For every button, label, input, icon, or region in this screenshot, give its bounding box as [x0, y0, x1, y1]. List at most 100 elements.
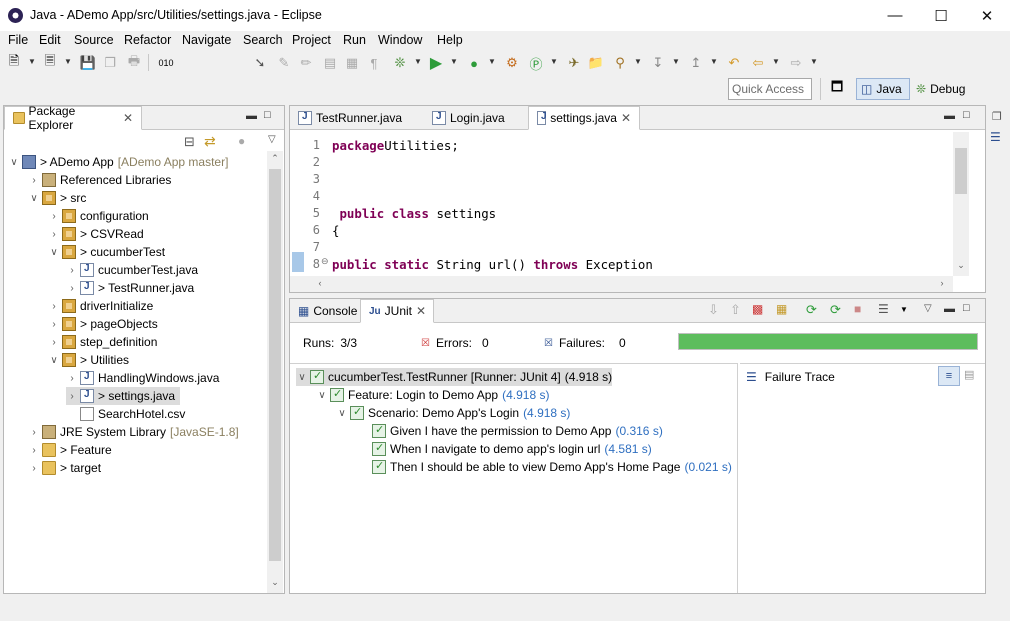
rerun-icon[interactable]: ⟳ — [806, 302, 817, 318]
menu-window[interactable]: Window — [378, 33, 422, 47]
scroll-right-icon[interactable]: › — [936, 278, 948, 288]
link-editor-icon[interactable]: ⇄ — [204, 133, 216, 150]
tree-item-cucumbertest[interactable]: ∨ > cucumberTest — [48, 243, 165, 261]
collapsed-chevron-icon[interactable]: › — [48, 211, 60, 222]
close-icon[interactable]: ✕ — [621, 111, 631, 125]
test-result-row[interactable]: When I navigate to demo app's login url … — [370, 440, 652, 458]
expanded-chevron-icon[interactable]: ∨ — [8, 157, 20, 168]
tree-item-src[interactable]: ∨ > src — [28, 189, 86, 207]
expanded-chevron-icon[interactable]: ∨ — [296, 372, 308, 383]
menu-search[interactable]: Search — [243, 33, 283, 47]
tree-item-csvread[interactable]: › > CSVRead — [48, 225, 144, 243]
test-result-row[interactable]: Given I have the permission to Demo App … — [370, 422, 663, 440]
tree-item-pageobjects[interactable]: › > pageObjects — [48, 315, 158, 333]
scroll-up-icon[interactable]: ⌃ — [267, 153, 283, 164]
mark-occurrences-icon[interactable]: ✎ — [274, 53, 294, 73]
maximize-view-icon[interactable]: □ — [963, 109, 970, 121]
tree-item-referenced-libraries[interactable]: › Referenced Libraries — [28, 171, 171, 189]
close-icon[interactable]: ✕ — [123, 111, 133, 125]
collapsed-chevron-icon[interactable]: › — [48, 301, 60, 312]
expanded-chevron-icon[interactable]: ∨ — [48, 355, 60, 366]
menu-help[interactable]: Help — [437, 33, 463, 47]
rerun-failed-first-icon[interactable]: ⟳ — [830, 302, 841, 318]
forward-dropdown-icon[interactable]: ▼ — [810, 57, 818, 66]
test-result-row[interactable]: ∨ Scenario: Demo App's Login (4.918 s) — [336, 404, 570, 422]
collapsed-chevron-icon[interactable]: › — [66, 391, 78, 402]
prev-annotation-icon[interactable]: ↥ — [686, 53, 706, 73]
close-icon[interactable]: ✕ — [416, 304, 426, 318]
debug-bug-icon[interactable]: ❊ — [390, 53, 410, 73]
collapsed-chevron-icon[interactable]: › — [48, 229, 60, 240]
open-type-icon[interactable]: ✈ — [564, 53, 584, 73]
tree-item-handlingwindows-java[interactable]: › HandlingWindows.java — [66, 369, 219, 387]
tree-item-testrunner-java[interactable]: › > TestRunner.java — [66, 279, 194, 297]
editor-horizontal-scrollbar[interactable]: ‹ › — [290, 276, 953, 292]
code-editor[interactable]: 1 packageUtilities; 2 3 4 5 public class sett… — [290, 132, 952, 276]
binary-icon[interactable]: 010 — [156, 53, 176, 73]
run-dropdown-icon[interactable]: ▼ — [450, 57, 458, 66]
scrollbar-thumb[interactable] — [269, 169, 281, 561]
new-dropdown-icon[interactable]: ▼ — [28, 57, 36, 66]
menu-edit[interactable]: Edit — [39, 33, 61, 47]
tab-testrunner-java[interactable]: TestRunner.java — [290, 106, 422, 130]
view-menu-icon[interactable]: ▽ — [268, 134, 276, 145]
next-failure-icon[interactable]: ⇩ — [708, 302, 719, 318]
collapsed-chevron-icon[interactable]: › — [28, 175, 40, 186]
back-arrow-icon[interactable]: ⇦ — [748, 53, 768, 73]
quick-access-field[interactable]: Quick Access — [728, 78, 812, 100]
scroll-left-icon[interactable]: ‹ — [314, 278, 326, 288]
search-dropdown-icon[interactable]: ▼ — [634, 57, 642, 66]
open-folder-icon[interactable]: 📁 — [586, 53, 606, 73]
tree-scrollbar[interactable]: ⌃ ⌄ — [267, 151, 283, 593]
java-perspective-button[interactable]: ◫ Java — [856, 78, 910, 100]
tree-item-cucumbertest-java[interactable]: › cucumberTest.java — [66, 261, 198, 279]
show-whitespace-icon[interactable]: ¶ — [364, 53, 384, 73]
coverage-icon[interactable]: ● — [464, 53, 484, 73]
debug-dropdown-icon[interactable]: ▼ — [414, 57, 422, 66]
coverage-dropdown-icon[interactable]: ▼ — [488, 57, 496, 66]
minimize-view-icon[interactable]: ▬ — [944, 303, 955, 315]
new-icon[interactable]: 🗎 — [4, 53, 24, 73]
fold-icon[interactable]: ⊖ — [321, 256, 329, 267]
filter-icon[interactable]: ● — [238, 134, 245, 148]
forward-arrow-icon[interactable]: ⇨ — [786, 53, 806, 73]
collapsed-chevron-icon[interactable]: › — [28, 463, 40, 474]
collapsed-chevron-icon[interactable]: › — [28, 427, 40, 438]
collapsed-chevron-icon[interactable]: › — [66, 265, 78, 276]
scroll-down-icon[interactable]: ⌄ — [267, 577, 283, 588]
test-result-row[interactable]: ∨ cucumberTest.TestRunner [Runner: JUnit… — [296, 368, 613, 386]
open-perspective-icon[interactable]: 🗖 — [828, 79, 846, 98]
scroll-down-icon[interactable]: ⌄ — [953, 260, 969, 271]
save-icon[interactable]: 💾 — [78, 53, 98, 73]
collapsed-chevron-icon[interactable]: › — [48, 337, 60, 348]
whitespace-icon[interactable]: ▦ — [342, 53, 362, 73]
tree-item-searchhotel-csv[interactable]: SearchHotel.csv — [78, 405, 185, 423]
new-class-dropdown-icon[interactable]: ▼ — [550, 57, 558, 66]
previous-failure-icon[interactable]: ⇧ — [730, 302, 741, 318]
tab-login-java[interactable]: Login.java — [424, 106, 528, 130]
debug-perspective-button[interactable]: ❊ Debug — [914, 78, 974, 100]
print-icon[interactable]: 🖶 — [124, 53, 144, 73]
expanded-chevron-icon[interactable]: ∨ — [28, 193, 40, 204]
tree-item-jre-system-library[interactable]: › JRE System Library [JavaSE-1.8] — [28, 423, 239, 441]
collapsed-chevron-icon[interactable]: › — [66, 283, 78, 294]
collapsed-chevron-icon[interactable]: › — [28, 445, 40, 456]
tree-item-step-definition[interactable]: › step_definition — [48, 333, 157, 351]
tab-junit[interactable]: Ju JUnit ✕ — [360, 299, 434, 323]
collapsed-chevron-icon[interactable]: › — [48, 319, 60, 330]
outline-icon[interactable]: ☰ — [990, 130, 1001, 144]
expanded-chevron-icon[interactable]: ∨ — [336, 408, 348, 419]
tab-package-explorer[interactable]: Package Explorer ✕ — [4, 104, 142, 132]
back-dropdown-icon[interactable]: ▼ — [772, 57, 780, 66]
save-all-icon[interactable]: ❐ — [100, 53, 120, 73]
next-annotation-dropdown-icon[interactable]: ▼ — [672, 57, 680, 66]
scroll-lock-icon[interactable]: ▦ — [776, 302, 787, 316]
tree-item-project[interactable]: ∨ > ADemo App [ADemo App master] — [8, 153, 228, 171]
minimize-view-icon[interactable]: ▬ — [246, 110, 257, 122]
test-result-row[interactable]: ∨ Feature: Login to Demo App (4.918 s) — [316, 386, 549, 404]
close-button[interactable]: ✕ — [964, 0, 1010, 31]
new-package-icon[interactable]: 🗏 — [40, 53, 60, 73]
menu-refactor[interactable]: Refactor — [124, 33, 171, 47]
tab-console[interactable]: ▦ Console — [290, 299, 360, 323]
test-run-history-icon[interactable]: ☰ — [878, 302, 889, 316]
